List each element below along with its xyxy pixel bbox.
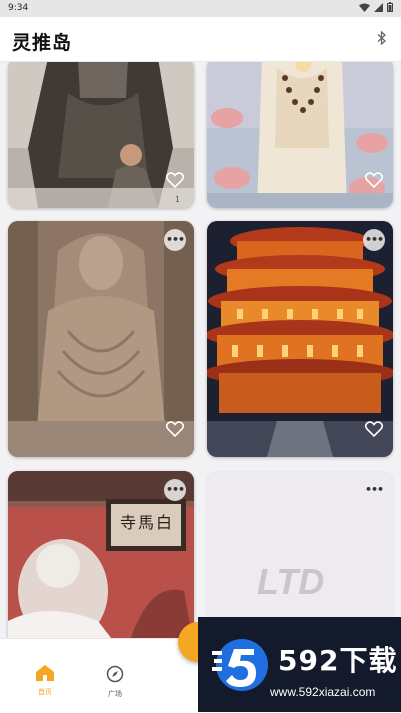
wifi-icon [359, 3, 370, 12]
card-pagoda[interactable]: ••• [207, 221, 393, 457]
watermark-banner: 592下载 www.592xiazai.com [198, 617, 401, 712]
card-stone-buddha[interactable]: ••• [8, 221, 194, 457]
more-options-button[interactable]: ••• [164, 229, 186, 251]
watermark-url: www.592xiazai.com [270, 685, 376, 699]
more-dots-icon: ••• [364, 483, 384, 496]
status-icons [359, 2, 393, 12]
like-heart-icon[interactable] [166, 421, 184, 437]
more-options-button[interactable]: ••• [363, 479, 385, 501]
temple-plaque-text: 寺馬白 [120, 513, 175, 532]
nav-item-square[interactable]: 广场 [95, 665, 135, 699]
compass-icon [106, 665, 124, 683]
watermark-logo-icon [212, 639, 268, 691]
nav-item-label: 首页 [38, 688, 52, 696]
like-heart-icon[interactable] [365, 172, 383, 188]
more-dots-icon: ••• [165, 483, 185, 496]
more-options-button[interactable]: ••• [363, 229, 385, 251]
more-dots-icon: ••• [364, 233, 384, 246]
card-temple-gate[interactable]: 寺馬白 ••• [8, 471, 194, 638]
app-bar: 灵推岛 [0, 17, 401, 62]
placeholder-logo-text: LTD [257, 561, 325, 602]
more-options-button[interactable]: ••• [164, 479, 186, 501]
status-bar: 9:34 [0, 0, 401, 17]
home-icon [36, 665, 54, 681]
like-count: 1 [174, 195, 180, 204]
like-heart-icon[interactable] [365, 421, 383, 437]
content-feed[interactable]: 1 ••• ••• 寺馬白 ••• LTD ••• [0, 62, 401, 638]
watermark-brand: 592下载 [278, 644, 398, 677]
more-dots-icon: ••• [165, 233, 185, 246]
bluetooth-icon[interactable] [377, 31, 387, 45]
battery-icon [387, 2, 393, 12]
card-placeholder[interactable]: LTD ••• [207, 471, 393, 638]
nav-item-label: 广场 [108, 690, 122, 698]
status-time: 9:34 [8, 3, 29, 13]
signal-icon [374, 2, 383, 12]
nav-item-home[interactable]: 首页 [25, 665, 65, 697]
like-heart-icon[interactable] [166, 172, 184, 188]
app-title: 灵推岛 [12, 32, 73, 54]
card-lotus-monk[interactable] [207, 62, 393, 208]
card-monk-child[interactable]: 1 [8, 62, 194, 208]
